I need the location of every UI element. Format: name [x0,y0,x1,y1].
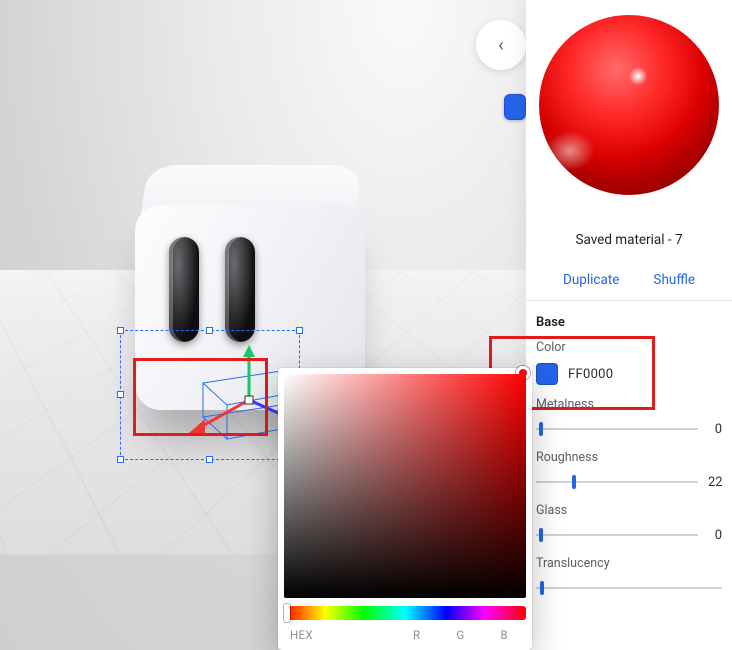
selection-handle[interactable] [206,456,213,463]
metalness-value: 0 [708,422,722,437]
prop-translucency: Translucency [526,552,732,605]
color-picker-hue-thumb[interactable] [284,604,290,622]
section-base-header: Base [526,301,732,336]
prop-glass-label: Glass [536,503,722,518]
selection-handle[interactable] [117,456,124,463]
material-preview [526,0,732,220]
prop-roughness-label: Roughness [536,450,722,465]
toolbar-chip[interactable] [504,94,526,120]
material-name: Saved material - 7 [526,232,732,248]
model-slot-2 [225,237,255,342]
selection-handle[interactable] [117,391,124,398]
glass-slider[interactable] [536,526,698,544]
prop-translucency-label: Translucency [536,556,722,571]
selection-handle[interactable] [117,327,124,334]
color-picker-hue-bar[interactable] [284,606,526,620]
back-button[interactable]: ‹ [476,20,526,70]
selection-handle[interactable] [296,327,303,334]
picker-g-label: G [456,628,464,642]
chevron-left-icon: ‹ [498,35,503,56]
model-slot-1 [169,237,199,342]
duplicate-button[interactable]: Duplicate [563,272,619,288]
picker-r-label: R [413,628,420,642]
prop-glass: Glass 0 [526,499,732,552]
metalness-slider[interactable] [536,420,698,438]
picker-b-label: B [501,628,508,642]
roughness-value: 22 [708,475,722,490]
color-picker[interactable]: HEX R G B [278,368,532,650]
annotation-highlight [133,358,268,436]
shuffle-button[interactable]: Shuffle [653,272,695,288]
color-picker-labels: HEX R G B [284,620,526,644]
glass-value: 0 [708,528,722,543]
picker-hex-label: HEX [290,628,413,642]
translucency-slider[interactable] [536,579,722,597]
material-panel: Saved material - 7 Duplicate Shuffle Bas… [526,0,732,650]
selection-handle[interactable] [206,327,213,334]
prop-roughness: Roughness 22 [526,446,732,499]
material-preview-sphere [539,15,719,195]
color-picker-sv-area[interactable] [284,374,526,598]
roughness-slider[interactable] [536,473,698,491]
